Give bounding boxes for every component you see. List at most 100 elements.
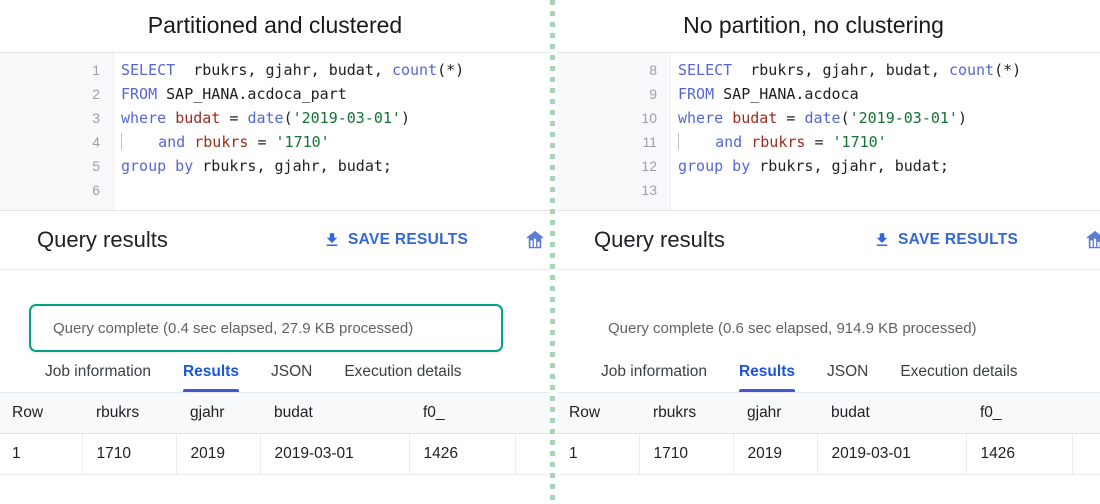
tab-execution-details[interactable]: Execution details (884, 363, 1033, 392)
download-icon (873, 231, 891, 249)
code-text: SELECT rbukrs, gjahr, budat, count(*) (113, 58, 550, 82)
save-results-button[interactable]: SAVE RESULTS (873, 231, 1018, 249)
column-header (1072, 392, 1100, 434)
query-results-header: Query results SAVE RESULTS (557, 211, 1100, 270)
download-icon (323, 231, 341, 249)
explore-data-chart-icon[interactable] (1084, 229, 1100, 251)
code-text: and rbukrs = '1710' (113, 130, 550, 154)
code-token: and (158, 133, 186, 151)
query-status-highlight: Query complete (0.4 sec elapsed, 27.9 KB… (29, 304, 503, 352)
table-body: 1 1710 2019 2019-03-01 1426 (0, 433, 550, 475)
code-token: SELECT (121, 61, 176, 79)
code-token: = (220, 109, 248, 127)
save-results-label: SAVE RESULTS (898, 231, 1019, 248)
code-line: 1 SELECT rbukrs, gjahr, budat, count(*) (0, 58, 550, 82)
sql-editor[interactable]: 8 SELECT rbukrs, gjahr, budat, count(*) 9 F… (557, 52, 1100, 211)
tab-results[interactable]: Results (167, 363, 255, 392)
code-text: SELECT rbukrs, gjahr, budat, count(*) (670, 58, 1100, 82)
table-cell: 2019 (733, 433, 818, 475)
code-token: ) (400, 109, 410, 127)
line-number: 11 (642, 134, 657, 150)
code-token: (*) (437, 61, 465, 79)
code-token: = (805, 133, 833, 151)
code-line: 4 and rbukrs = '1710' (0, 130, 550, 154)
query-status-text: Query complete (0.4 sec elapsed, 27.9 KB… (53, 319, 414, 337)
code-token: = (248, 133, 276, 151)
code-lines: 8 SELECT rbukrs, gjahr, budat, count(*) 9 F… (557, 53, 1100, 202)
column-header: budat (817, 392, 966, 434)
save-results-button[interactable]: SAVE RESULTS (323, 231, 468, 249)
code-token: where (678, 109, 724, 127)
code-token: rbukrs, gjahr, budat; (193, 157, 392, 175)
code-text: FROM SAP_HANA.acdoca_part (113, 82, 550, 106)
tab-json[interactable]: JSON (255, 363, 328, 392)
code-line: 9 FROM SAP_HANA.acdoca (557, 82, 1100, 106)
code-token: rbukrs (751, 133, 806, 151)
table-body: 1 1710 2019 2019-03-01 1426 (557, 433, 1100, 475)
query-results-title: Query results (594, 227, 725, 252)
query-results-title: Query results (37, 227, 168, 252)
results-table: Row rbukrs gjahr budat f0_ 1 1710 2019 2019-03-… (0, 392, 550, 475)
query-results-header: Query results SAVE RESULTS (0, 211, 550, 270)
tab-job-information[interactable]: Job information (29, 363, 167, 392)
line-number: 8 (649, 62, 657, 78)
code-token: group by (678, 157, 751, 175)
code-token: FROM (121, 85, 158, 103)
tab-execution-details[interactable]: Execution details (328, 363, 477, 392)
save-results-label: SAVE RESULTS (348, 231, 469, 248)
code-token: '1710' (832, 133, 887, 151)
explore-data-chart-icon[interactable] (524, 229, 546, 251)
tab-job-information[interactable]: Job information (585, 363, 723, 392)
table-cell (1072, 433, 1100, 475)
panel-title: No partition, no clustering (683, 12, 944, 38)
query-status-text: Query complete (0.6 sec elapsed, 914.9 K… (608, 319, 977, 337)
code-token: (*) (994, 61, 1022, 79)
code-text: and rbukrs = '1710' (670, 130, 1100, 154)
line-number: 3 (92, 110, 100, 126)
query-results-body: Query complete (0.4 sec elapsed, 27.9 KB… (0, 270, 550, 392)
line-number: 5 (92, 158, 100, 174)
column-header (515, 392, 550, 434)
code-token: group by (121, 157, 194, 175)
code-token: budat (732, 109, 778, 127)
code-text: where budat = date('2019-03-01') (670, 106, 1100, 130)
results-table: Row rbukrs gjahr budat f0_ 1 1710 2019 2019-03-… (557, 392, 1100, 475)
code-text: group by rbukrs, gjahr, budat; (113, 154, 550, 178)
line-number: 6 (92, 182, 100, 198)
query-status-wrap: Query complete (0.6 sec elapsed, 914.9 K… (608, 318, 977, 338)
code-token: FROM (678, 85, 715, 103)
table-cell: 1426 (409, 433, 516, 475)
code-token: '2019-03-01' (292, 109, 401, 127)
table-cell: 1710 (82, 433, 177, 475)
results-tabs: Job information Results JSON Execution deta… (585, 352, 1034, 392)
code-line: 10 where budat = date('2019-03-01') (557, 106, 1100, 130)
table-cell: 1710 (639, 433, 734, 475)
table-cell: 2019 (176, 433, 261, 475)
code-line: 11 and rbukrs = '1710' (557, 130, 1100, 154)
column-header: f0_ (409, 392, 515, 434)
code-token: count (391, 61, 438, 79)
tab-json[interactable]: JSON (811, 363, 884, 392)
panel-partitioned-clustered: Partitioned and clustered 1 SELECT rbukrs… (0, 0, 550, 504)
code-token: where (121, 109, 167, 127)
code-line: 13 (557, 178, 1100, 202)
panel-no-partition-no-clustering: No partition, no clustering 8 SELECT rbuk… (557, 0, 1100, 504)
line-number: 2 (92, 86, 100, 102)
table-row: 1 1710 2019 2019-03-01 1426 (557, 433, 1100, 475)
code-line: 5 group by rbukrs, gjahr, budat; (0, 154, 550, 178)
code-token: ( (283, 109, 293, 127)
code-token: ( (840, 109, 850, 127)
sql-editor[interactable]: 1 SELECT rbukrs, gjahr, budat, count(*) 2 F… (0, 52, 550, 211)
code-token: SAP_HANA.acdoca_part (157, 85, 347, 103)
tab-results[interactable]: Results (723, 363, 811, 392)
line-number: 4 (92, 134, 100, 150)
table-row: 1 1710 2019 2019-03-01 1426 (0, 433, 550, 475)
column-header: f0_ (966, 392, 1072, 434)
code-token: '2019-03-01' (849, 109, 958, 127)
line-number: 1 (92, 62, 100, 78)
panel-title: Partitioned and clustered (147, 12, 403, 38)
table-header-row: Row rbukrs gjahr budat f0_ (0, 392, 550, 434)
